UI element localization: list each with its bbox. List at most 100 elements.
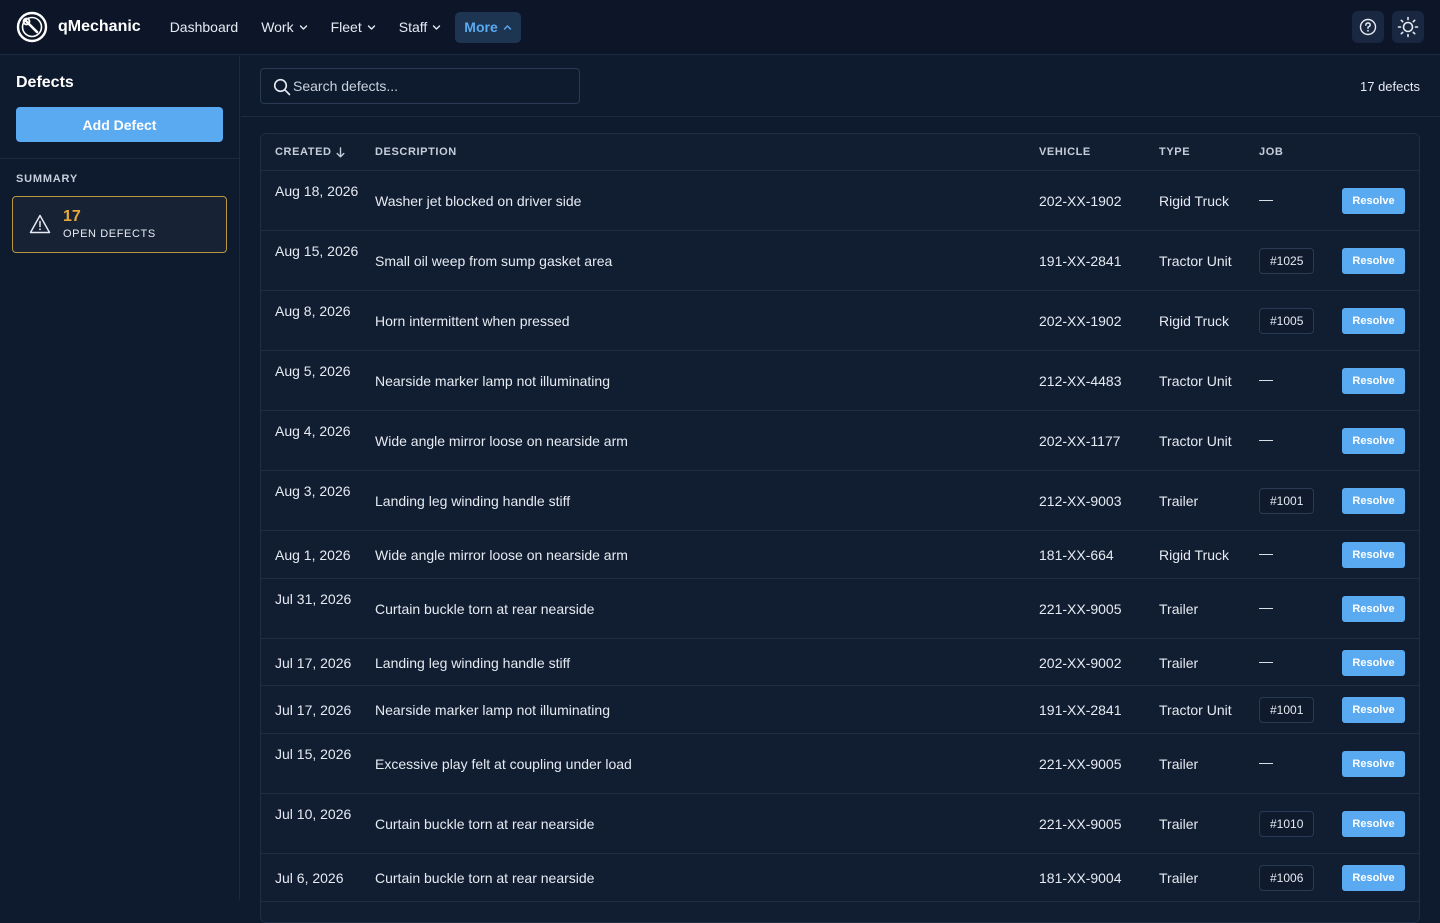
job-empty: — [1259,652,1273,669]
column-header-created-label: CREATED [275,146,332,158]
table-row: Aug 5, 2026 Nearside marker lamp not illu… [261,351,1419,411]
nav-item-staff[interactable]: Staff [390,12,451,43]
nav-item-more[interactable]: More [455,11,521,43]
job-link-badge[interactable]: #1005 [1259,308,1315,334]
type-cell: Trailer [1159,493,1199,509]
created-cell: Aug 18, 2026 [275,183,359,199]
column-header-created[interactable]: CREATED [275,146,345,158]
vehicle-cell: 221-XX-9005 [1039,601,1122,617]
job-empty: — [1259,191,1273,207]
created-cell: Aug 1, 2026 [275,547,351,563]
created-cell: Jul 31, 2026 [275,591,352,607]
table-row: Jul 6, 2026 Curtain buckle torn at rear n… [261,854,1419,902]
type-cell: Rigid Truck [1159,547,1230,563]
vehicle-cell: 181-XX-9004 [1039,870,1122,886]
type-cell: Trailer [1159,654,1199,671]
job-link-badge[interactable]: #1006 [1259,865,1315,891]
vehicle-cell: 191-XX-2841 [1039,702,1122,718]
job-empty: — [1259,371,1273,387]
app-name: qMechanic [58,18,141,35]
table-row: Aug 18, 2026 Washer jet blocked on driver… [261,171,1419,231]
created-cell: Jul 6, 2026 [275,870,344,886]
main-divider [241,116,1440,117]
top-actions [1344,11,1424,43]
resolve-button[interactable]: Resolve [1342,488,1405,514]
open-defects-count: 17 [63,208,81,225]
search-input[interactable] [293,69,573,103]
table-row: Aug 4, 2026 Wide angle mirror loose on ne… [261,411,1419,471]
resolve-button[interactable]: Resolve [1342,542,1405,568]
created-cell: Jul 17, 2026 [275,654,352,671]
resolve-button[interactable]: Resolve [1342,248,1405,274]
description-cell: Curtain buckle torn at rear nearside [375,601,595,617]
sidebar: Defects Add Defect SUMMARY 17 OPEN DEFEC… [0,56,240,900]
vehicle-cell: 202-XX-1902 [1039,313,1122,329]
job-empty: — [1259,754,1273,770]
main-nav: Dashboard Work Fleet Staff More [161,11,526,43]
table-row: Jul 17, 2026 Nearside marker lamp not ill… [261,686,1419,734]
resolve-button[interactable]: Resolve [1342,188,1405,214]
type-cell: Trailer [1159,601,1199,617]
description-cell: Horn intermittent when pressed [375,313,570,329]
created-cell: Aug 8, 2026 [275,303,351,319]
table-row: Aug 15, 2026 Small oil weep from sump gas… [261,231,1419,291]
type-cell: Trailer [1159,816,1199,832]
job-empty: — [1259,599,1273,615]
vehicle-cell: 202-XX-9002 [1039,654,1122,671]
chevron-down-icon [362,23,376,32]
add-defect-button[interactable]: Add Defect [16,107,223,142]
summary-label: SUMMARY [16,173,79,185]
table-row: Jul 10, 2026 Curtain buckle torn at rear … [261,794,1419,854]
description-cell: Landing leg winding handle stiff [375,654,571,671]
description-cell: Washer jet blocked on driver side [375,193,582,209]
created-cell: Aug 15, 2026 [275,243,359,259]
vehicle-cell: 202-XX-1177 [1039,433,1121,449]
table-row: Jul 31, 2026 Curtain buckle torn at rear … [261,579,1419,639]
description-cell: Excessive play felt at coupling under lo… [375,756,632,772]
resolve-button[interactable]: Resolve [1342,308,1405,334]
column-header-description: DESCRIPTION [375,146,457,158]
type-cell: Tractor Unit [1159,702,1232,718]
table-header: CREATED DESCRIPTION VEHICLE TYPE JOB [261,134,1419,171]
description-cell: Small oil weep from sump gasket area [375,253,613,269]
job-link-badge[interactable]: #1001 [1259,697,1315,723]
wrench-logo-icon [16,11,48,43]
description-cell: Wide angle mirror loose on nearside arm [375,547,628,563]
created-cell: Jul 15, 2026 [275,746,352,762]
help-button[interactable] [1352,11,1384,43]
resolve-button[interactable]: Resolve [1342,865,1405,891]
top-navigation-bar: qMechanic Dashboard Work Fleet Staff More [0,0,1440,55]
brand[interactable]: qMechanic [16,11,141,43]
table-row: Jul 15, 2026 Excessive play felt at coupl… [261,734,1419,794]
type-cell: Rigid Truck [1159,313,1230,329]
nav-item-work[interactable]: Work [252,12,316,43]
table-row: Aug 1, 2026 Wide angle mirror loose on ne… [261,531,1419,579]
resolve-button[interactable]: Resolve [1342,649,1405,676]
resolve-button[interactable]: Resolve [1342,368,1405,394]
vehicle-cell: 212-XX-9003 [1039,493,1122,509]
created-cell: Aug 4, 2026 [275,423,351,439]
nav-item-label: Fleet [330,19,362,35]
open-defects-summary-card: 17 OPEN DEFECTS [12,196,227,253]
vehicle-cell: 221-XX-9005 [1039,756,1122,772]
nav-item-dashboard[interactable]: Dashboard [161,12,248,43]
theme-toggle-button[interactable] [1392,11,1424,43]
nav-item-fleet[interactable]: Fleet [322,12,385,43]
resolve-button[interactable]: Resolve [1342,596,1405,622]
open-defects-label: OPEN DEFECTS [63,228,156,240]
description-cell: Nearside marker lamp not illuminating [375,702,610,718]
resolve-button[interactable]: Resolve [1342,428,1405,454]
description-cell: Curtain buckle torn at rear nearside [375,816,595,832]
resolve-button[interactable]: Resolve [1342,697,1405,723]
job-link-badge[interactable]: #1010 [1259,811,1315,837]
type-cell: Trailer [1159,870,1199,886]
search-icon [273,78,291,96]
resolve-button[interactable]: Resolve [1342,811,1405,837]
job-link-badge[interactable]: #1001 [1259,488,1315,514]
vehicle-cell: 221-XX-9005 [1039,816,1122,832]
table-row: Aug 3, 2026 Landing leg winding handle st… [261,471,1419,531]
resolve-button[interactable]: Resolve [1342,751,1405,777]
job-link-badge[interactable]: #1025 [1259,248,1315,274]
created-cell: Aug 3, 2026 [275,483,351,499]
job-empty: — [1259,545,1273,561]
